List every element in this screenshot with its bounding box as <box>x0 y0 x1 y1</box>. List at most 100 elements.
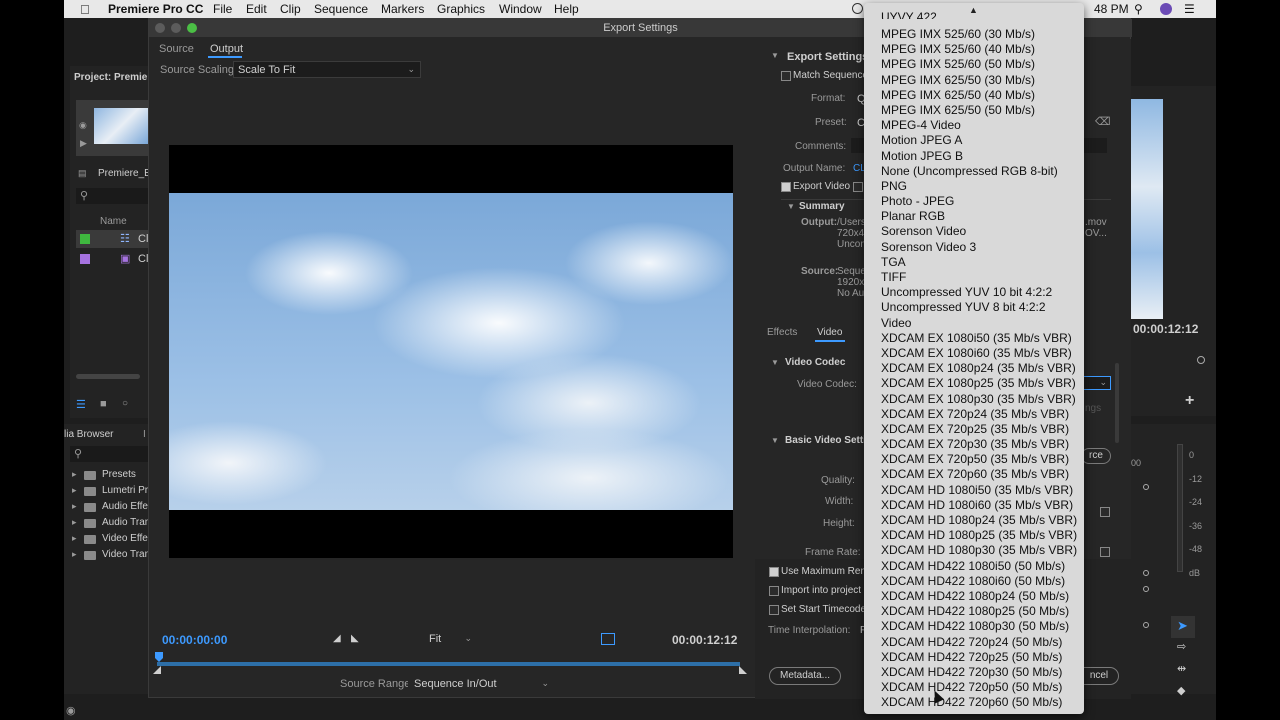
codec-option[interactable]: TIFF <box>864 270 1084 285</box>
codec-option[interactable]: Motion JPEG B <box>864 149 1084 164</box>
basic-video-collapse-icon[interactable]: ▼ <box>771 436 779 445</box>
source-scaling-select[interactable]: Scale To Fit ⌄ <box>233 61 421 78</box>
frame-rate-checkbox[interactable] <box>1100 547 1110 557</box>
playhead[interactable] <box>155 652 163 662</box>
codec-option[interactable]: MPEG IMX 625/50 (40 Mb/s) <box>864 88 1084 103</box>
match-sequence-checkbox[interactable] <box>781 71 791 81</box>
expand-arrow-icon[interactable]: ▸ <box>72 469 77 480</box>
codec-option[interactable]: Video <box>864 316 1084 331</box>
tab-effects[interactable]: Effects <box>767 327 797 338</box>
list-item-partial[interactable]: UYVY 422 <box>881 11 937 19</box>
codec-option[interactable]: XDCAM HD422 1080p24 (50 Mb/s) <box>864 589 1084 604</box>
list-item[interactable]: ▸ Audio Effe <box>72 500 148 516</box>
close-window-button[interactable] <box>155 23 165 33</box>
video-codec-collapse-icon[interactable]: ▼ <box>771 358 779 367</box>
expand-arrow-icon[interactable]: ▸ <box>72 533 77 544</box>
icon-view-icon[interactable]: ■ <box>100 398 107 410</box>
import-into-project-checkbox[interactable] <box>769 586 779 596</box>
menu-file[interactable]: File <box>213 2 232 16</box>
track-knob[interactable] <box>1143 570 1149 576</box>
zoom-window-button[interactable] <box>187 23 197 33</box>
codec-option[interactable]: MPEG IMX 625/50 (50 Mb/s) <box>864 103 1084 118</box>
menu-help[interactable]: Help <box>554 2 579 16</box>
menu-markers[interactable]: Markers <box>381 2 424 16</box>
project-search-input[interactable]: ⚲ <box>76 188 148 204</box>
list-view-icon[interactable]: ☰ <box>76 398 86 411</box>
zoom-slider-icon[interactable]: ○ <box>122 398 128 409</box>
list-item[interactable]: ▸ Video Effe <box>72 532 148 548</box>
list-item[interactable]: ▸ Audio Tran <box>72 516 150 532</box>
codec-option[interactable]: Motion JPEG A <box>864 133 1084 148</box>
selection-tool-icon[interactable]: ➤ <box>1177 618 1188 634</box>
codec-option[interactable]: XDCAM EX 720p25 (35 Mb/s VBR) <box>864 422 1084 437</box>
add-button[interactable]: + <box>1185 392 1194 410</box>
track-knob[interactable] <box>1143 622 1149 628</box>
in-point-handle[interactable] <box>153 666 161 674</box>
tab-source[interactable]: Source <box>159 43 194 55</box>
notification-center-icon[interactable]: ☰ <box>1184 2 1195 16</box>
zoom-handle[interactable] <box>1197 356 1205 364</box>
table-row[interactable]: ☷ Cl <box>76 230 148 248</box>
out-point-handle[interactable] <box>739 666 747 674</box>
list-item[interactable]: ▸ Lumetri Pre <box>72 484 154 500</box>
spotlight-search-icon[interactable]: ⚲ <box>1134 2 1143 16</box>
codec-option[interactable]: XDCAM HD422 720p25 (50 Mb/s) <box>864 650 1084 665</box>
tab-output[interactable]: Output <box>210 43 243 55</box>
summary-collapse-arrow-icon[interactable]: ▼ <box>787 202 795 211</box>
codec-option[interactable]: XDCAM HD422 720p30 (50 Mb/s) <box>864 665 1084 680</box>
table-row[interactable]: ▣ Cl <box>76 250 148 268</box>
list-item[interactable]: ▸ Presets <box>72 468 148 484</box>
codec-option[interactable]: XDCAM HD422 720p60 (50 Mb/s) <box>864 695 1084 710</box>
aspect-ratio-correction-icon[interactable] <box>601 633 615 645</box>
expand-arrow-icon[interactable]: ▸ <box>72 501 77 512</box>
codec-option[interactable]: MPEG IMX 625/50 (30 Mb/s) <box>864 73 1084 88</box>
menu-clip[interactable]: Clip <box>280 2 301 16</box>
program-monitor-preview[interactable] <box>1131 99 1163 319</box>
current-timecode[interactable]: 00:00:00:00 <box>162 633 227 647</box>
expand-arrow-icon[interactable]: ▸ <box>72 517 77 528</box>
codec-option[interactable]: None (Uncompressed RGB 8-bit) <box>864 164 1084 179</box>
cancel-button[interactable]: ncel <box>1079 667 1119 685</box>
record-status-icon[interactable] <box>852 3 863 14</box>
metadata-button[interactable]: Metadata... <box>769 667 841 685</box>
codec-option[interactable]: XDCAM EX 1080i60 (35 Mb/s VBR) <box>864 346 1084 361</box>
codec-option[interactable]: XDCAM HD422 1080p25 (50 Mb/s) <box>864 604 1084 619</box>
info-tab[interactable]: I <box>143 429 146 440</box>
aspect-lock-checkbox[interactable] <box>1100 507 1110 517</box>
match-source-button[interactable]: rce <box>1081 448 1111 464</box>
menu-window[interactable]: Window <box>499 2 542 16</box>
codec-option[interactable]: XDCAM HD 1080p24 (35 Mb/s VBR) <box>864 513 1084 528</box>
tab-video[interactable]: Video <box>817 327 842 338</box>
codec-option[interactable]: PNG <box>864 179 1084 194</box>
codec-option[interactable]: XDCAM EX 720p50 (35 Mb/s VBR) <box>864 452 1084 467</box>
codec-option[interactable]: Uncompressed YUV 8 bit 4:2:2 <box>864 300 1084 315</box>
fit-select[interactable]: Fit ⌄ <box>423 630 477 647</box>
horizontal-scrollbar[interactable] <box>76 374 140 379</box>
list-item[interactable]: ▸ Video Tran <box>72 548 150 564</box>
codec-option[interactable]: MPEG IMX 525/60 (50 Mb/s) <box>864 57 1084 72</box>
apple-icon[interactable]:  <box>80 2 90 17</box>
source-range-select[interactable]: Sequence In/Out ⌄ <box>408 675 554 692</box>
codec-option[interactable]: XDCAM EX 1080i50 (35 Mb/s VBR) <box>864 331 1084 346</box>
project-thumbnail[interactable] <box>94 108 148 144</box>
ripple-edit-tool-icon[interactable]: ⇹ <box>1177 662 1186 675</box>
codec-option[interactable]: XDCAM EX 720p24 (35 Mb/s VBR) <box>864 407 1084 422</box>
codec-option[interactable]: TGA <box>864 255 1084 270</box>
play-thumbnail-icon[interactable]: ▶ <box>80 138 87 149</box>
codec-option[interactable]: XDCAM HD 1080i50 (35 Mb/s VBR) <box>864 483 1084 498</box>
track-select-tool-icon[interactable]: ⇨ <box>1177 640 1186 653</box>
codec-option[interactable]: MPEG IMX 525/60 (40 Mb/s) <box>864 42 1084 57</box>
menu-graphics[interactable]: Graphics <box>437 2 485 16</box>
codec-option[interactable]: MPEG IMX 525/60 (30 Mb/s) <box>864 27 1084 42</box>
delete-preset-icon[interactable]: ⌫ <box>1095 115 1111 128</box>
codec-option[interactable]: XDCAM EX 1080p24 (35 Mb/s VBR) <box>864 361 1084 376</box>
codec-option[interactable]: XDCAM HD422 1080i50 (50 Mb/s) <box>864 559 1084 574</box>
menu-sequence[interactable]: Sequence <box>314 2 368 16</box>
codec-option[interactable]: XDCAM HD422 720p50 (50 Mb/s) <box>864 680 1084 695</box>
video-codec-select[interactable]: ⌄ <box>1083 376 1111 390</box>
codec-option[interactable]: XDCAM HD 1080i60 (35 Mb/s VBR) <box>864 498 1084 513</box>
expand-arrow-icon[interactable]: ▸ <box>72 485 77 496</box>
source-range-bar[interactable] <box>157 662 740 666</box>
video-frame-sky[interactable] <box>169 193 733 510</box>
vertical-scrollbar[interactable] <box>1115 363 1119 443</box>
